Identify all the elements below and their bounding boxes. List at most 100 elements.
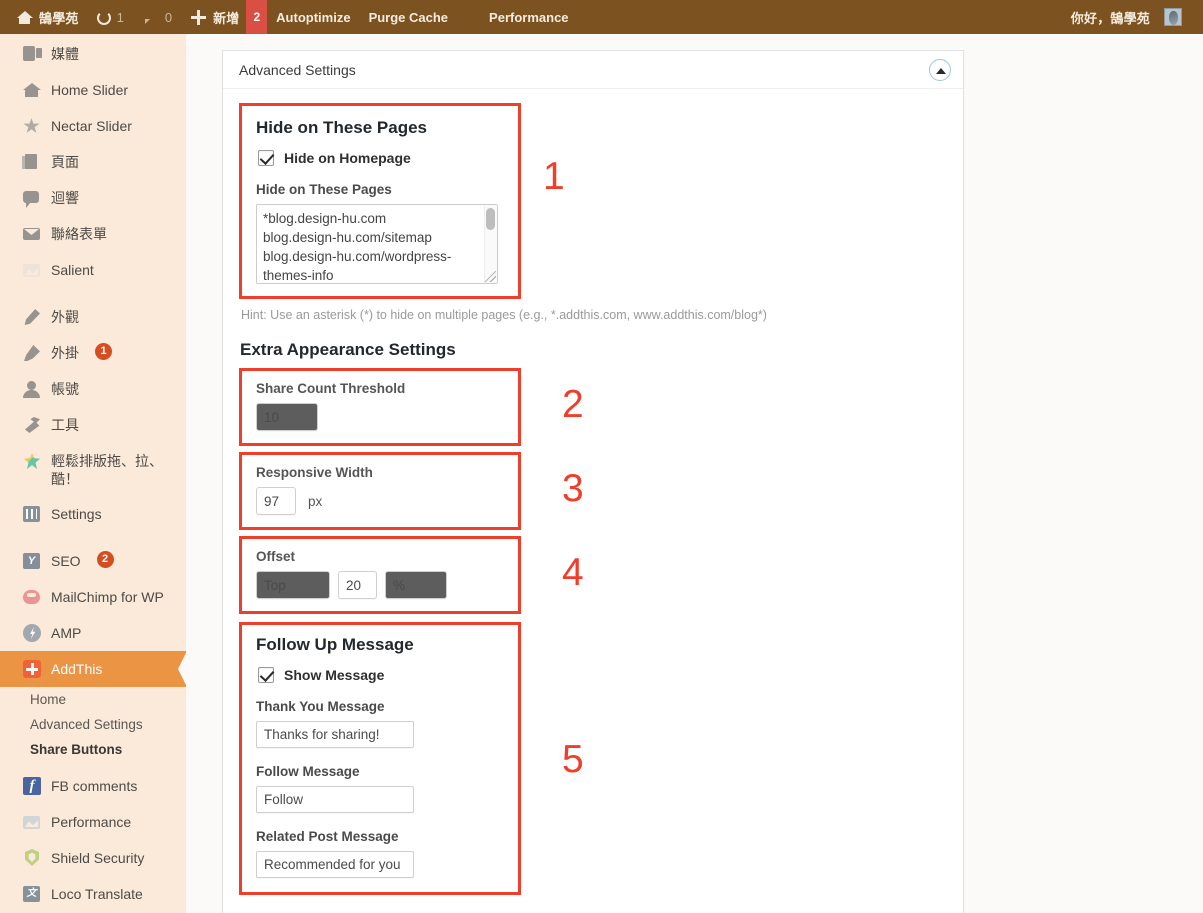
sidebar-item-fb-comments[interactable]: f FB comments [0,768,186,804]
panel-header: Advanced Settings [223,51,963,89]
sidebar-item-label: SEO [51,553,81,569]
performance-icon [466,9,483,26]
avatar [1164,8,1182,26]
sidebar-item-users[interactable]: 帳號 [0,371,186,407]
admin-sidebar: 媒體 Home Slider Nectar Slider 頁面 迴響 聯絡表單 … [0,34,186,913]
hide-on-these-pages-textarea-wrap: *blog.design-hu.com blog.design-hu.com/s… [256,204,498,284]
sidebar-item-pages[interactable]: 頁面 [0,144,186,180]
extra-appearance-settings-heading: Extra Appearance Settings [240,340,456,359]
annotation-number-2: 2 [562,383,584,426]
amp-icon [22,623,42,643]
sidebar-item-appearance[interactable]: 外觀 [0,299,186,335]
loco-icon: 文 [22,884,42,904]
share-count-threshold-select[interactable]: 10 [256,403,318,431]
hide-on-homepage-row[interactable]: Hide on Homepage [258,150,504,166]
related-post-message-input[interactable] [256,851,414,878]
sidebar-item-amp[interactable]: AMP [0,615,186,651]
sidebar-item-label: FB comments [51,778,138,794]
responsive-width-input[interactable] [256,487,296,515]
sidebar-divider [0,288,186,299]
related-post-message-label: Related Post Message [256,829,399,844]
adminbar-new-badge[interactable]: 2 [246,0,268,34]
hide-on-these-pages-textarea[interactable]: *blog.design-hu.com blog.design-hu.com/s… [256,204,498,284]
sidebar-item-settings[interactable]: Settings [0,496,186,532]
sidebar-subitem-home[interactable]: Home [0,687,186,712]
chevron-up-circle-icon[interactable] [929,58,951,81]
responsive-width-label: Responsive Width [256,465,373,480]
adminbar-updates-count: 1 [116,9,124,25]
textarea-resize-grip[interactable] [485,271,496,282]
hide-on-these-pages-group: Hide on These Pages Hide on Homepage Hid… [239,103,521,299]
sidebar-subitem-advanced-settings[interactable]: Advanced Settings [0,712,186,737]
share-count-threshold-label: Share Count Threshold [256,381,406,396]
sidebar-item-tools[interactable]: 工具 [0,407,186,443]
sidebar-subitem-share-buttons[interactable]: Share Buttons [0,737,186,762]
sidebar-item-label: 迴響 [51,190,79,206]
hide-on-homepage-label: Hide on Homepage [284,150,411,166]
adminbar-site-link[interactable]: 鵠學苑 [0,0,88,34]
comment-bubble-icon [22,188,42,208]
offset-unit-select[interactable]: % [385,571,447,599]
adminbar-autoptimize-label: Autoptimize [276,9,351,25]
adminbar-purge-cache-label: Purge Cache [368,9,449,25]
sidebar-item-salient[interactable]: Salient [0,252,186,288]
adminbar-comments-count: 0 [164,9,173,25]
responsive-width-group: Responsive Width px 3 [239,452,584,530]
hide-on-homepage-checkbox[interactable] [258,150,274,166]
follow-up-message-group: Follow Up Message Show Message Thank You… [239,622,584,895]
sidebar-badge-seo: 2 [96,551,114,568]
share-count-threshold-select-wrap: 10 [256,403,318,431]
sidebar-item-shield-security[interactable]: Shield Security [0,840,186,876]
annotation-number-5: 5 [562,738,584,781]
sidebar-item-label: Shield Security [51,850,145,866]
sidebar-item-mailchimp[interactable]: MailChimp for WP [0,579,186,615]
follow-message-input[interactable] [256,786,414,813]
addthis-icon [22,659,42,679]
adminbar-comments[interactable]: 0 [133,0,181,34]
sidebar-item-label: 工具 [51,417,79,433]
follow-up-message-heading: Follow Up Message [256,635,414,654]
offset-position-select[interactable]: Top [256,571,330,599]
adminbar-autoptimize[interactable]: Autoptimize [267,0,359,34]
sidebar-item-home-slider[interactable]: Home Slider [0,72,186,108]
performance-icon [22,812,42,832]
home-icon [16,9,33,26]
adminbar-new-content[interactable]: 新增 [181,0,248,34]
annotation-number-3: 3 [562,467,584,510]
sidebar-item-label: Nectar Slider [51,118,132,134]
sidebar-divider [0,532,186,543]
mail-icon [22,224,42,244]
sidebar-subitem-label: Share Buttons [30,742,123,757]
adminbar-purge-cache[interactable]: Purge Cache [360,0,457,34]
main-content: Advanced Settings Hide on These Pages Hi… [186,34,1203,913]
adminbar-performance[interactable]: Performance [457,0,577,34]
sidebar-item-plugins[interactable]: 外掛 1 [0,335,186,371]
adminbar-my-account[interactable]: 你好，鵠學苑 [1062,0,1191,34]
comment-icon [142,9,159,26]
sidebar-badge-plugins: 1 [95,343,112,360]
adminbar-updates[interactable]: 1 [88,0,133,34]
seo-icon: Y [22,551,42,571]
sidebar-item-comments[interactable]: 迴響 [0,180,186,216]
star-icon [22,116,42,136]
offset-amount-input[interactable] [338,571,377,599]
offset-label: Offset [256,549,296,564]
show-message-label: Show Message [284,667,385,683]
sidebar-item-label: 輕鬆排版拖、拉、酷！ [51,453,163,487]
sidebar-item-performance[interactable]: Performance [0,804,186,840]
show-message-row[interactable]: Show Message [258,667,504,683]
thank-you-message-input[interactable] [256,721,414,748]
sidebar-item-page-builder[interactable]: 輕鬆排版拖、拉、酷！ [0,443,186,496]
sidebar-item-seo[interactable]: Y SEO 2 [0,543,186,579]
sidebar-item-addthis[interactable]: AddThis [0,651,186,687]
sidebar-subitem-label: Advanced Settings [30,717,143,732]
settings-icon [22,504,42,524]
sidebar-item-contact-form[interactable]: 聯絡表單 [0,216,186,252]
show-message-checkbox[interactable] [258,667,274,683]
sidebar-item-media[interactable]: 媒體 [0,34,186,72]
sidebar-item-nectar-slider[interactable]: Nectar Slider [0,108,186,144]
sidebar-item-label: Loco Translate [51,886,143,902]
brush-icon [22,307,42,327]
sidebar-item-label: Home Slider [51,82,129,98]
sidebar-item-loco-translate[interactable]: 文 Loco Translate [0,876,186,912]
